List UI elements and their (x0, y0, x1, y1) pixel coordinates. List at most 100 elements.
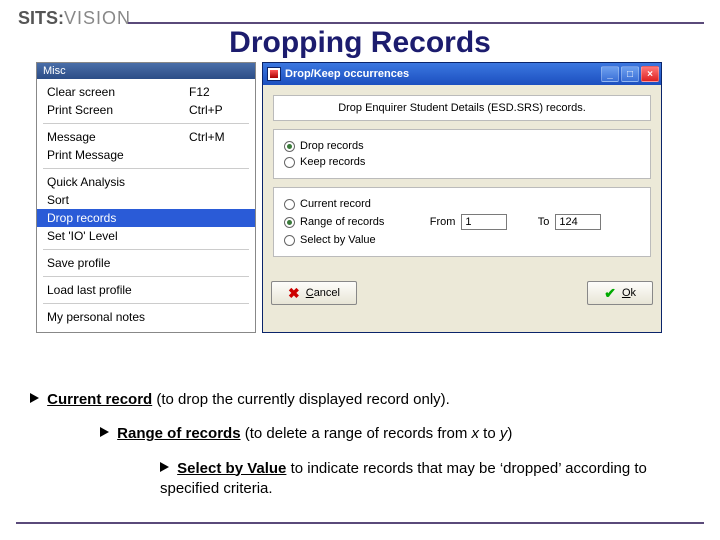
menu-item[interactable]: Load last profile (37, 281, 255, 299)
content: Misc Clear screenF12Print ScreenCtrl+PMe… (36, 62, 662, 333)
menu-item-shortcut (189, 229, 245, 243)
menu-item[interactable]: Sort (37, 191, 255, 209)
bullet-arrow-icon (30, 393, 39, 403)
logo-part2: VISION (64, 8, 131, 28)
scope-group: Current record Range of records From To (273, 187, 651, 257)
radio-label: Drop records (300, 140, 364, 152)
radio-drop-records[interactable]: Drop records (284, 138, 640, 154)
menu-item-shortcut (189, 211, 245, 225)
radio-label: Current record (300, 198, 371, 210)
ok-icon: ✔ (604, 285, 616, 302)
menu-item-shortcut (189, 283, 245, 297)
bullet-term: Range of records (117, 425, 240, 442)
from-input[interactable] (461, 214, 507, 230)
menu-item-label: Save profile (47, 256, 189, 270)
menu-separator (43, 276, 249, 277)
misc-menu-title: Misc (37, 63, 255, 79)
mode-group: Drop records Keep records (273, 129, 651, 179)
to-input[interactable] (555, 214, 601, 230)
menu-item-label: Clear screen (47, 85, 189, 99)
cancel-label: Cancel (306, 287, 340, 299)
menu-item[interactable]: Print Message (37, 146, 255, 164)
misc-menu-body: Clear screenF12Print ScreenCtrl+PMessage… (37, 79, 255, 332)
range-inputs: From To (419, 214, 601, 230)
radio-icon (284, 235, 295, 246)
bullet-current-record: Current record (to drop the currently di… (30, 390, 690, 410)
menu-separator (43, 123, 249, 124)
menu-item-label: Load last profile (47, 283, 189, 297)
bullet-var-x: x (472, 425, 480, 442)
bullet-range-of-records: Range of records (to delete a range of r… (100, 424, 690, 444)
dialog-window-buttons: _ □ × (601, 66, 659, 82)
from-label: From (419, 216, 455, 228)
menu-item[interactable]: Clear screenF12 (37, 83, 255, 101)
drop-keep-dialog: Drop/Keep occurrences _ □ × Drop Enquire… (262, 62, 662, 333)
menu-item-shortcut (189, 310, 245, 324)
menu-item-label: Quick Analysis (47, 175, 189, 189)
menu-item-shortcut (189, 193, 245, 207)
menu-item-shortcut: F12 (189, 85, 245, 99)
ok-button[interactable]: ✔ Ok (587, 281, 653, 305)
radio-label: Range of records (300, 216, 384, 228)
menu-separator (43, 249, 249, 250)
menu-item[interactable]: Print ScreenCtrl+P (37, 101, 255, 119)
menu-item[interactable]: My personal notes (37, 308, 255, 326)
menu-item-label: Message (47, 130, 189, 144)
radio-label: Select by Value (300, 234, 376, 246)
menu-item-shortcut (189, 256, 245, 270)
radio-current-record[interactable]: Current record (284, 196, 640, 212)
bullet-term: Select by Value (177, 460, 286, 477)
divider-bottom (16, 522, 704, 524)
slide: SITS:VISION Dropping Records Misc Clear … (0, 0, 720, 540)
menu-item[interactable]: Set 'IO' Level (37, 227, 255, 245)
menu-item-shortcut (189, 148, 245, 162)
radio-select-by-value[interactable]: Select by Value (284, 232, 640, 248)
cancel-button[interactable]: ✖ Cancel (271, 281, 357, 305)
menu-item[interactable]: MessageCtrl+M (37, 128, 255, 146)
radio-icon (284, 141, 295, 152)
menu-item[interactable]: Quick Analysis (37, 173, 255, 191)
bullet-text: (to drop the currently displayed record … (152, 391, 450, 408)
dialog-body: Drop Enquirer Student Details (ESD.SRS) … (263, 85, 661, 275)
dialog-title: Drop/Keep occurrences (285, 68, 601, 80)
bullet-arrow-icon (100, 427, 109, 437)
maximize-button[interactable]: □ (621, 66, 639, 82)
radio-label: Keep records (300, 156, 365, 168)
dialog-app-icon (267, 67, 281, 81)
menu-separator (43, 303, 249, 304)
dialog-footer: ✖ Cancel ✔ Ok (263, 275, 661, 311)
ok-label: Ok (622, 287, 636, 299)
menu-item-shortcut: Ctrl+M (189, 130, 245, 144)
menu-item[interactable]: Save profile (37, 254, 255, 272)
bullet-select-by-value: Select by Value to indicate records that… (160, 459, 690, 500)
menu-item-shortcut: Ctrl+P (189, 103, 245, 117)
radio-icon (284, 199, 295, 210)
bullet-term: Current record (47, 391, 152, 408)
radio-range-of-records[interactable]: Range of records From To (284, 212, 640, 232)
bullet-list: Current record (to drop the currently di… (30, 390, 690, 499)
minimize-button[interactable]: _ (601, 66, 619, 82)
menu-item-label: Drop records (47, 211, 189, 225)
menu-separator (43, 168, 249, 169)
misc-menu: Misc Clear screenF12Print ScreenCtrl+PMe… (36, 62, 256, 333)
dialog-titlebar[interactable]: Drop/Keep occurrences _ □ × (263, 63, 661, 85)
close-button[interactable]: × (641, 66, 659, 82)
radio-icon (284, 157, 295, 168)
menu-item-label: Sort (47, 193, 189, 207)
menu-item-label: My personal notes (47, 310, 189, 324)
to-label: To (513, 216, 549, 228)
menu-item-label: Print Message (47, 148, 189, 162)
menu-item-shortcut (189, 175, 245, 189)
page-title: Dropping Records (0, 26, 720, 60)
menu-item-label: Set 'IO' Level (47, 229, 189, 243)
divider-top (128, 22, 704, 24)
bullet-text: (to delete a range of records from (241, 425, 472, 442)
menu-item-label: Print Screen (47, 103, 189, 117)
dialog-message: Drop Enquirer Student Details (ESD.SRS) … (273, 95, 651, 121)
bullet-arrow-icon (160, 462, 169, 472)
logo-part1: SITS: (18, 8, 64, 28)
menu-item[interactable]: Drop records (37, 209, 255, 227)
radio-icon (284, 217, 295, 228)
cancel-icon: ✖ (288, 285, 300, 302)
radio-keep-records[interactable]: Keep records (284, 154, 640, 170)
